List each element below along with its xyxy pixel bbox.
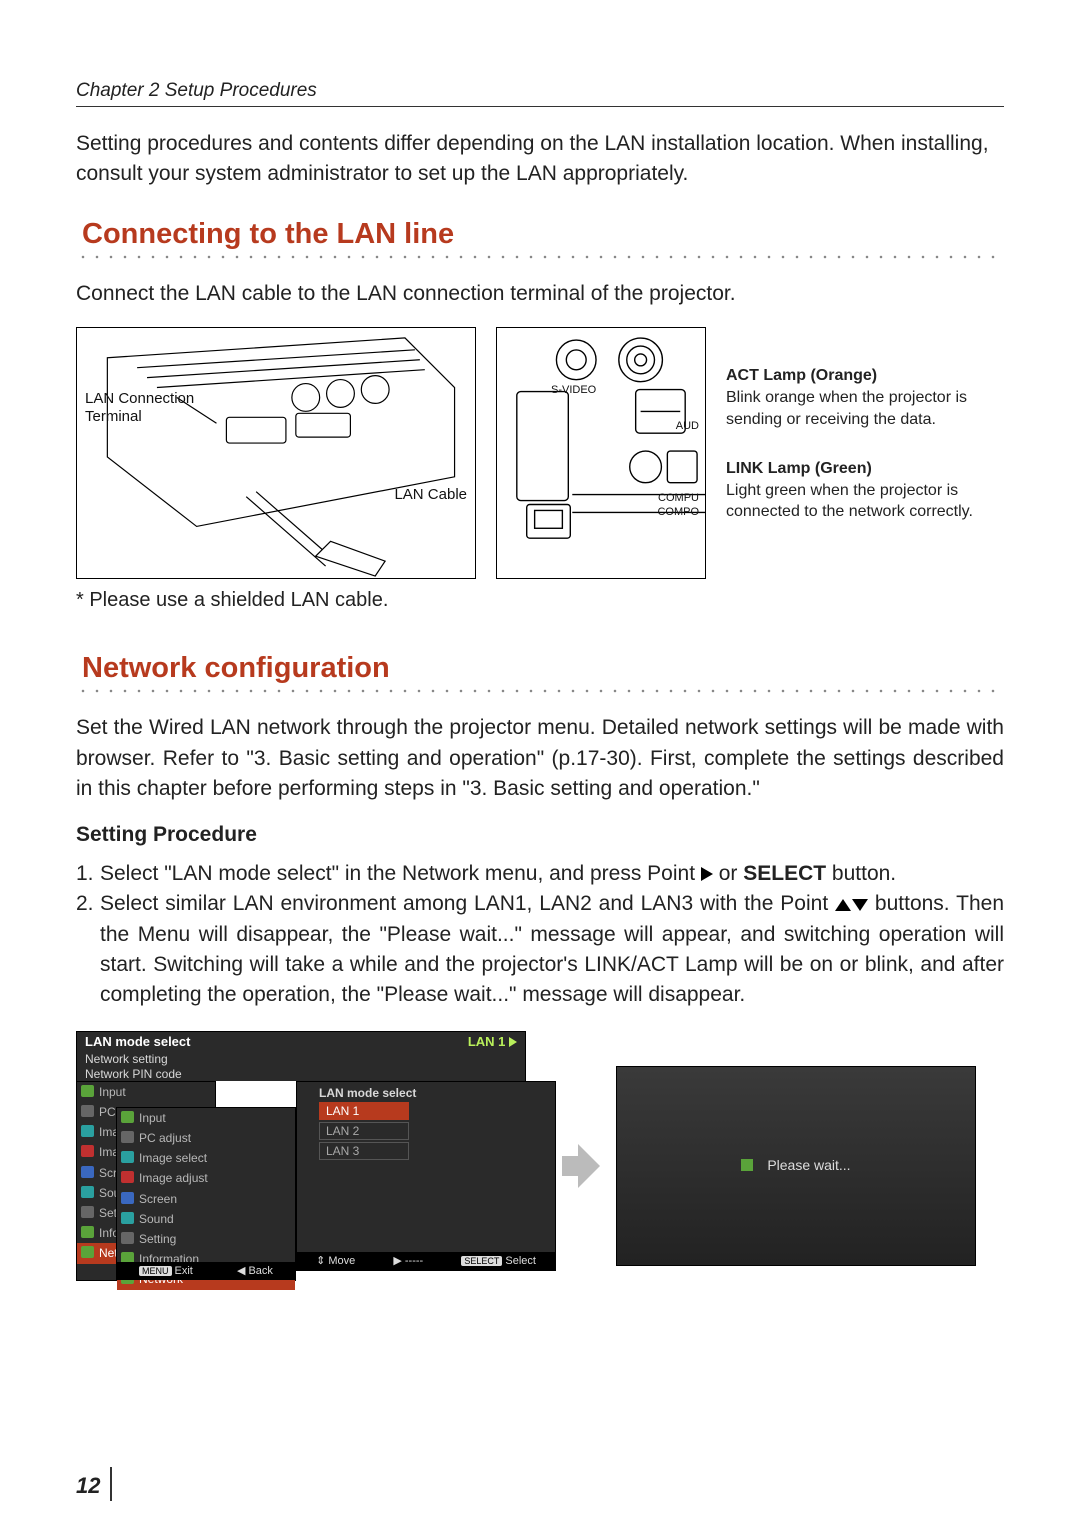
lan-option-2: LAN 2	[319, 1122, 409, 1140]
point-right-icon	[701, 867, 713, 881]
lan-option-1: LAN 1	[319, 1102, 409, 1120]
menu-panel-front: Input PC adjust Image select Image adjus…	[116, 1107, 296, 1281]
menu-titlebar: LAN mode select LAN 1 Network setting Ne…	[76, 1031, 526, 1081]
lan-select-title: LAN mode select	[297, 1082, 555, 1102]
lamp-descriptions: ACT Lamp (Orange) Blink orange when the …	[726, 327, 986, 523]
wait-indicator-icon	[741, 1159, 753, 1171]
section1-desc: Connect the LAN cable to the LAN connect…	[76, 279, 1004, 309]
step-2-text-pre: Select similar LAN environment among LAN…	[100, 892, 835, 915]
dotted-rule	[76, 253, 1004, 261]
menu-sub1: Network setting	[77, 1052, 525, 1067]
menu-panel-lan-select: LAN mode select LAN 1 LAN 2 LAN 3 ⇕ Move…	[296, 1081, 556, 1271]
label-aud: AUD	[676, 420, 699, 433]
step-1-text-post: button.	[832, 862, 896, 885]
figure-projector-port: LAN Connection Terminal LAN Cable	[76, 327, 476, 579]
figure-row: LAN Connection Terminal LAN Cable S-VIDE…	[76, 327, 1004, 579]
point-up-icon	[835, 899, 851, 911]
label-compu: COMPU	[658, 492, 699, 505]
point-down-icon	[852, 899, 868, 911]
arrow-right-icon	[562, 1138, 600, 1194]
step-1: 1. Select "LAN mode select" in the Netwo…	[76, 859, 1004, 889]
section2-title: Network configuration	[82, 652, 1004, 685]
step-1-number: 1.	[76, 859, 100, 889]
link-lamp-desc: Light green when the projector is connec…	[726, 480, 986, 523]
label-compo: COMPO	[657, 506, 699, 519]
intro-paragraph: Setting procedures and contents differ d…	[76, 129, 1004, 190]
menu-title-left: LAN mode select	[85, 1034, 468, 1049]
section2-desc: Set the Wired LAN network through the pr…	[76, 713, 1004, 804]
lan-option-3: LAN 3	[319, 1142, 409, 1160]
menu-title-right: LAN 1	[468, 1034, 517, 1049]
link-lamp-title: LINK Lamp (Green)	[726, 458, 986, 480]
setting-procedure-subhead: Setting Procedure	[76, 823, 1004, 847]
shielded-cable-note: * Please use a shielded LAN cable.	[76, 589, 1004, 612]
step-1-text-mid: or	[719, 862, 744, 885]
projector-sketch	[77, 328, 475, 578]
act-lamp-desc: Blink orange when the projector is sendi…	[726, 387, 986, 430]
dotted-rule-2	[76, 687, 1004, 695]
label-lan-terminal: LAN Connection Terminal	[85, 390, 205, 425]
select-keyword: SELECT	[743, 862, 826, 885]
menu-panel-front-bottombar: MENUExit ◀ Back	[117, 1262, 295, 1280]
please-wait-text: Please wait...	[767, 1157, 850, 1173]
figure-port-closeup: S-VIDEO AUD COMPU COMPO	[496, 327, 706, 579]
chapter-header: Chapter 2 Setup Procedures	[76, 80, 1004, 107]
menu-screenshot-row: LAN mode select LAN 1 Network setting Ne…	[76, 1031, 1004, 1301]
page-number: 12	[76, 1473, 100, 1499]
label-lan-cable: LAN Cable	[394, 486, 467, 503]
step-1-text-pre: Select "LAN mode select" in the Network …	[100, 862, 701, 885]
label-svideo: S-VIDEO	[551, 384, 596, 397]
step-2-number: 2.	[76, 889, 100, 1011]
please-wait-panel: Please wait...	[616, 1066, 976, 1266]
procedure-steps: 1. Select "LAN mode select" in the Netwo…	[76, 859, 1004, 1011]
section1-title: Connecting to the LAN line	[82, 218, 1004, 251]
act-lamp-title: ACT Lamp (Orange)	[726, 365, 986, 387]
menu-sub2: Network PIN code	[77, 1067, 525, 1082]
step-2: 2. Select similar LAN environment among …	[76, 889, 1004, 1011]
port-closeup-sketch	[497, 328, 705, 578]
menu-panel-lan-bottombar: ⇕ Move ▶ ----- SELECTSelect	[297, 1252, 555, 1270]
menu-stack: LAN mode select LAN 1 Network setting Ne…	[76, 1031, 546, 1301]
